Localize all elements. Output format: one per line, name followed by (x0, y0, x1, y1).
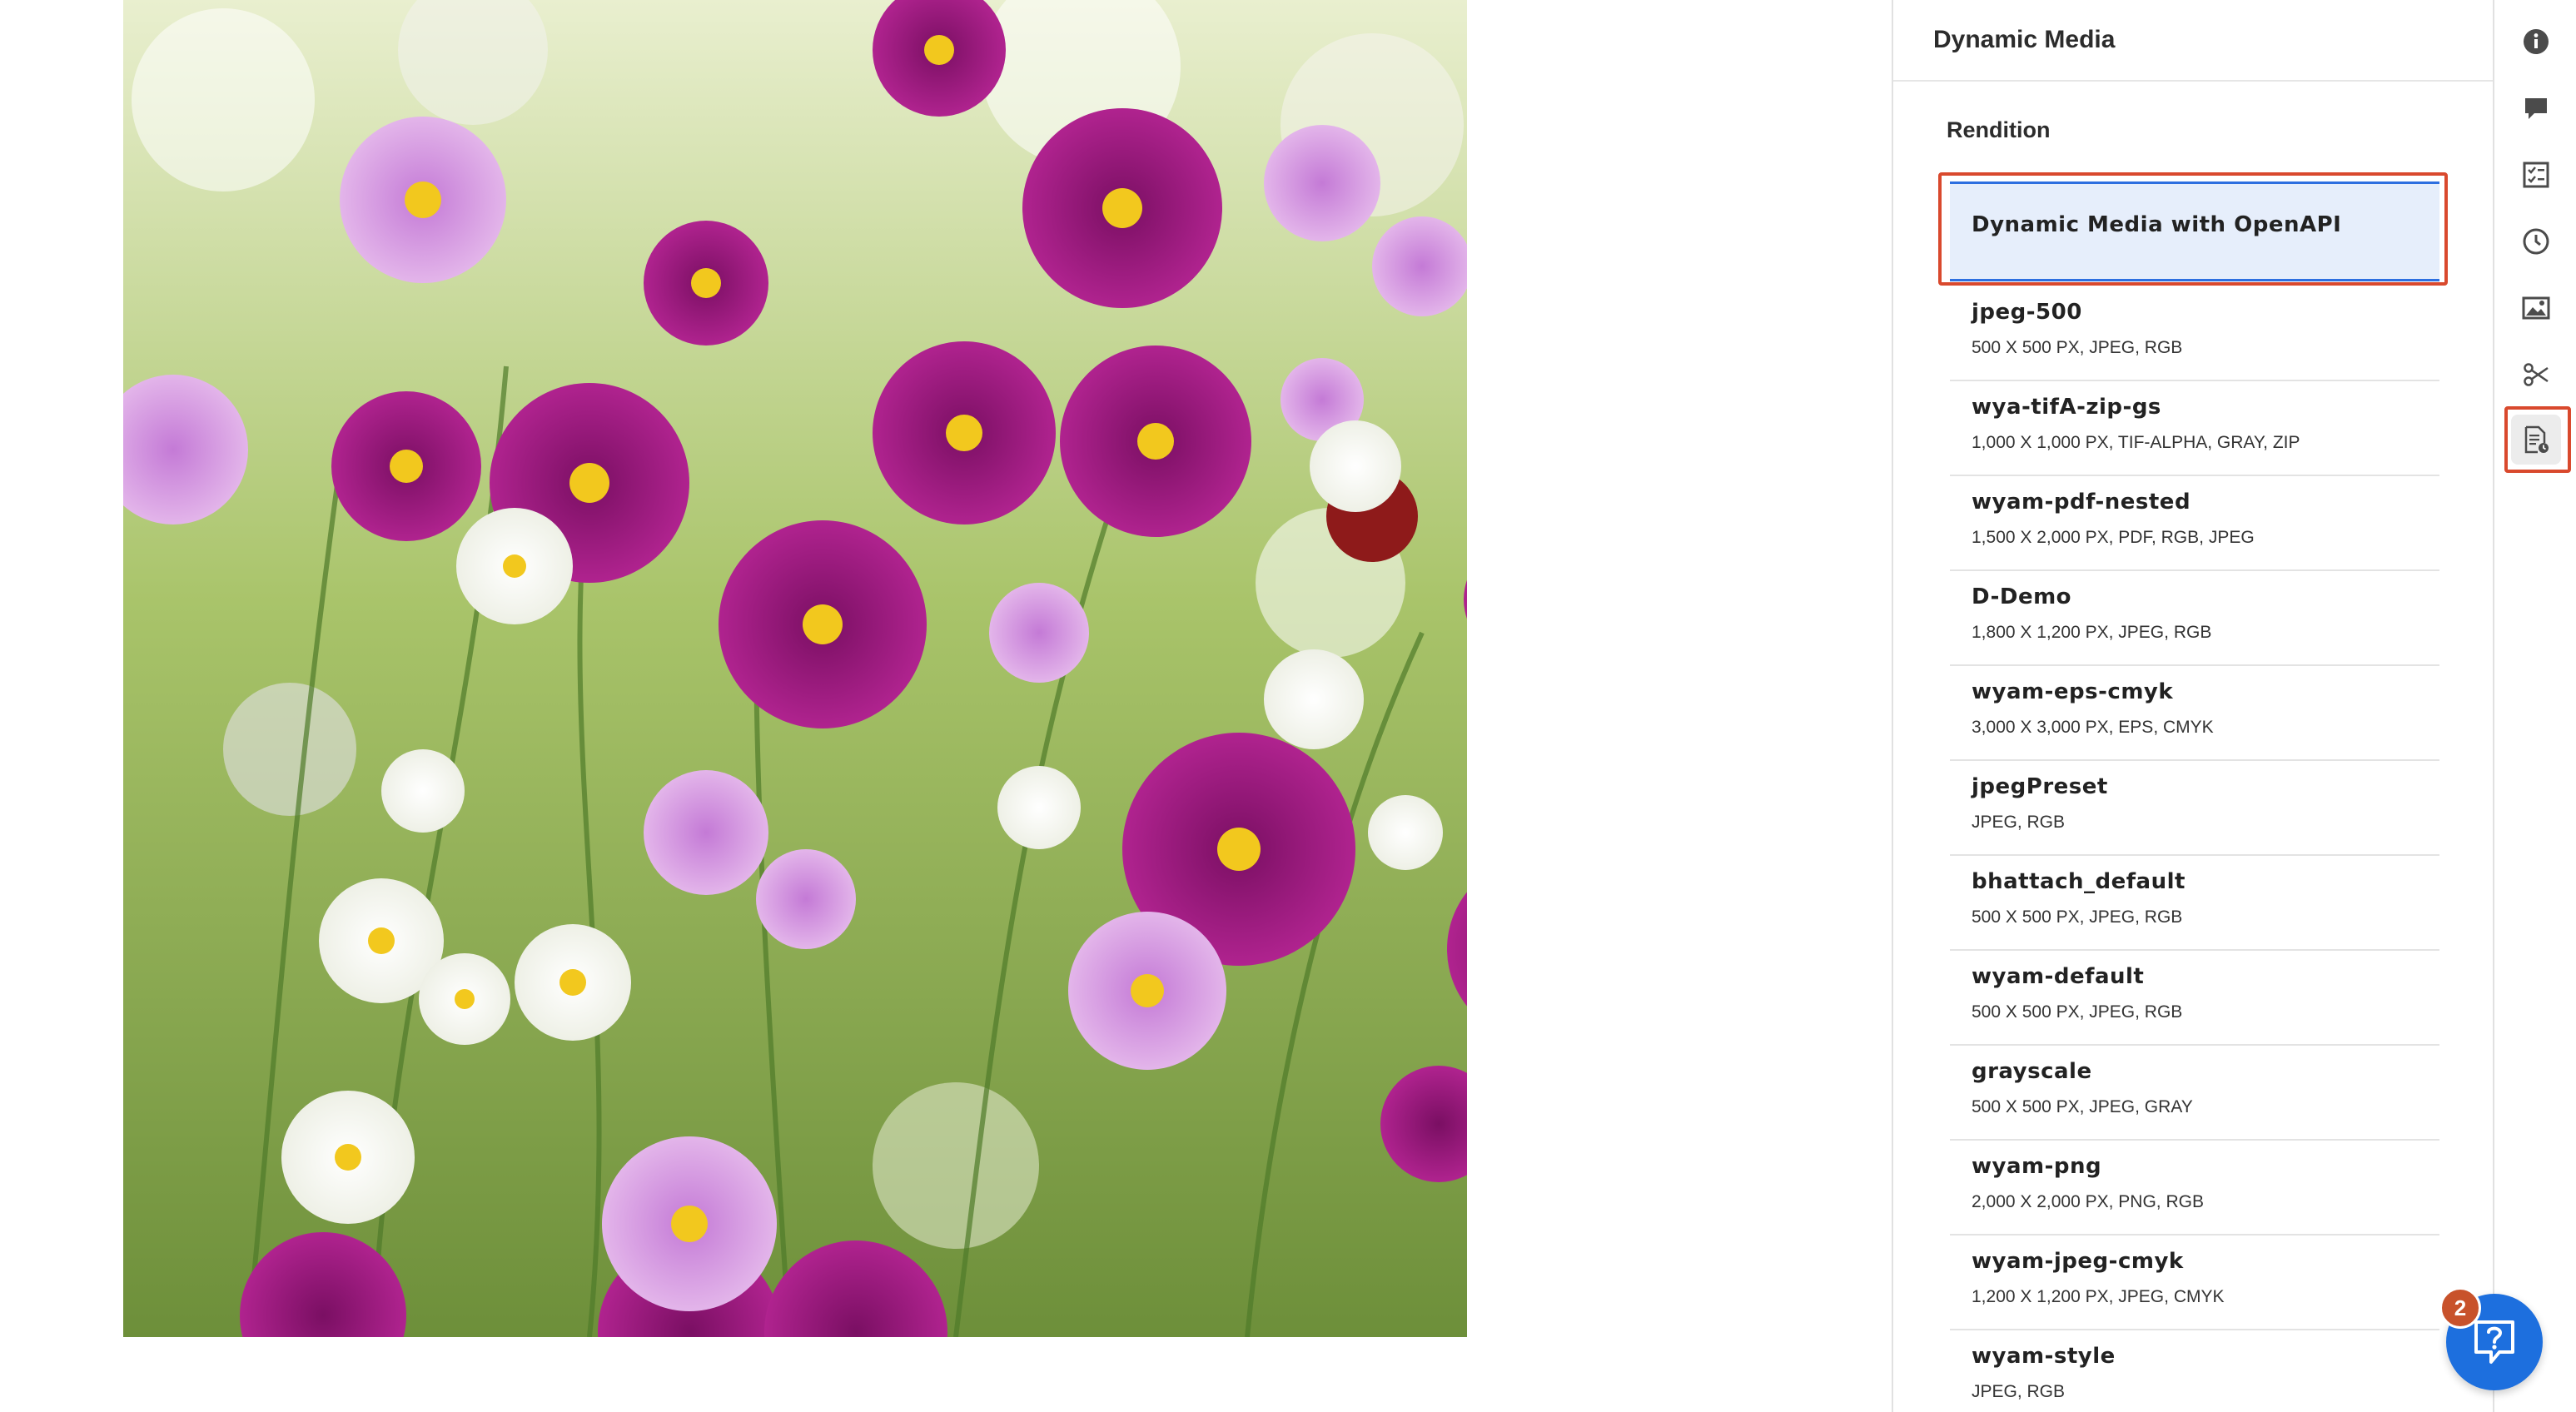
rendition-item[interactable]: wya-tifA-zip-gs 1,000 X 1,000 PX, TIF-AL… (1950, 381, 2439, 476)
renditions-button[interactable] (2511, 283, 2561, 333)
panel-title: Dynamic Media (1933, 26, 2116, 53)
rendition-meta: 500 X 500 PX, JPEG, RGB (1972, 907, 2183, 927)
rendition-item[interactable]: wyam-default 500 X 500 PX, JPEG, RGB (1950, 951, 2439, 1046)
rendition-name: wyam-eps-cmyk (1972, 679, 2174, 704)
asset-viewer (0, 0, 1892, 1412)
history-button[interactable] (2511, 216, 2561, 266)
smart-crop-button[interactable] (2511, 350, 2561, 400)
rendition-name: Dynamic Media with OpenAPI (1972, 212, 2342, 237)
rendition-name: wyam-pdf-nested (1972, 490, 2191, 515)
rendition-meta: 2,000 X 2,000 PX, PNG, RGB (1972, 1192, 2204, 1211)
rendition-section-label: Rendition (1947, 117, 2051, 142)
notification-badge: 2 (2439, 1287, 2481, 1329)
checklist-icon (2523, 162, 2549, 188)
rendition-item[interactable]: wyam-pdf-nested 1,500 X 2,000 PX, PDF, R… (1950, 476, 2439, 571)
rendition-meta: 500 X 500 PX, JPEG, RGB (1972, 338, 2183, 357)
rendition-item[interactable]: wyam-png 2,000 X 2,000 PX, PNG, RGB (1950, 1141, 2439, 1236)
rendition-name: jpegPreset (1972, 774, 2108, 799)
dynamic-media-panel: Dynamic Media Rendition Dynamic Media wi… (1892, 0, 2493, 1412)
callout-highlight (2504, 406, 2571, 473)
asset-image (123, 0, 1467, 1337)
rendition-list: Dynamic Media with OpenAPI jpeg-500 500 … (1938, 172, 2448, 1412)
info-button[interactable] (2511, 17, 2561, 67)
rendition-item[interactable]: wyam-jpeg-cmyk 1,200 X 1,200 PX, JPEG, C… (1950, 1236, 2439, 1330)
rendition-item[interactable]: jpegPreset JPEG, RGB (1950, 761, 2439, 856)
rendition-name: grayscale (1972, 1059, 2092, 1084)
rendition-name: wyam-png (1972, 1154, 2102, 1179)
rendition-item[interactable]: D-Demo 1,800 X 1,200 PX, JPEG, RGB (1950, 571, 2439, 666)
rendition-name: wyam-jpeg-cmyk (1972, 1249, 2184, 1274)
image-icon (2522, 296, 2550, 320)
panel-divider (1893, 80, 2493, 82)
rendition-meta: 1,500 X 2,000 PX, PDF, RGB, JPEG (1972, 528, 2255, 547)
rendition-meta: 1,000 X 1,000 PX, TIF-ALPHA, GRAY, ZIP (1972, 433, 2300, 452)
cut-icon (2524, 363, 2549, 386)
comment-icon (2525, 98, 2547, 119)
rendition-item[interactable]: bhattach_default 500 X 500 PX, JPEG, RGB (1950, 856, 2439, 951)
rendition-name: wya-tifA-zip-gs (1972, 395, 2161, 420)
rendition-meta: JPEG, RGB (1972, 1382, 2066, 1401)
rendition-name: wyam-style (1972, 1344, 2116, 1369)
comments-button[interactable] (2511, 83, 2561, 133)
rendition-name: wyam-default (1972, 964, 2145, 989)
rendition-name: jpeg-500 (1972, 300, 2082, 325)
rendition-meta: 500 X 500 PX, JPEG, RGB (1972, 1002, 2183, 1022)
tasks-button[interactable] (2511, 150, 2561, 200)
rendition-meta: 1,800 X 1,200 PX, JPEG, RGB (1972, 623, 2212, 642)
rendition-item[interactable]: jpeg-500 500 X 500 PX, JPEG, RGB (1950, 286, 2439, 381)
rendition-item[interactable]: wyam-eps-cmyk 3,000 X 3,000 PX, EPS, CMY… (1950, 666, 2439, 761)
history-icon (2523, 228, 2549, 255)
rendition-meta: 3,000 X 3,000 PX, EPS, CMYK (1972, 718, 2214, 737)
rendition-name: D-Demo (1972, 584, 2072, 609)
rendition-meta: JPEG, RGB (1972, 813, 2066, 832)
info-icon (2524, 29, 2549, 54)
rendition-meta: 500 X 500 PX, JPEG, GRAY (1972, 1097, 2193, 1116)
rendition-item[interactable]: grayscale 500 X 500 PX, JPEG, GRAY (1950, 1046, 2439, 1141)
rendition-meta: 1,200 X 1,200 PX, JPEG, CMYK (1972, 1287, 2225, 1306)
rendition-item[interactable]: wyam-style JPEG, RGB (1950, 1330, 2439, 1412)
side-rail (2493, 0, 2576, 1412)
rendition-name: bhattach_default (1972, 869, 2186, 894)
help-question-icon (2474, 1320, 2514, 1364)
rendition-item-selected[interactable]: Dynamic Media with OpenAPI (1938, 172, 2448, 286)
